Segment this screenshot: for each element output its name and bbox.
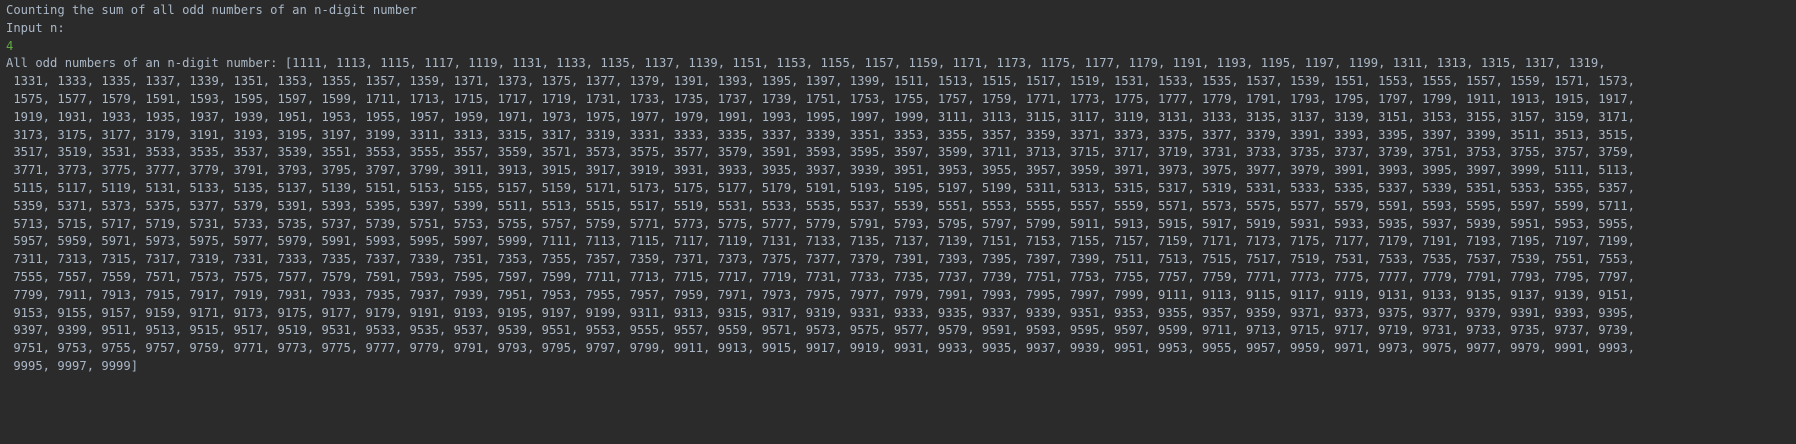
console-output-line: 3771, 3773, 3775, 3777, 3779, 3791, 3793… [6,163,1635,178]
console-title-line: Counting the sum of all odd numbers of a… [6,3,417,17]
console-output-line: 3517, 3519, 3531, 3533, 3535, 3537, 3539… [6,145,1635,160]
console-output-line: 5713, 5715, 5717, 5719, 5731, 5733, 5735… [6,216,1635,231]
console-output-line: 7799, 7911, 7913, 7915, 7917, 7919, 7931… [6,287,1635,302]
console-output-line: 7311, 7313, 7315, 7317, 7319, 7331, 7333… [6,252,1635,267]
console-output-line: 9397, 9399, 9511, 9513, 9515, 9517, 9519… [6,323,1635,338]
console-output-line: 5115, 5117, 5119, 5131, 5133, 5135, 5137… [6,180,1635,195]
console-output-line: 9995, 9997, 9999] [6,358,139,373]
console-prompt-line: Input n: [6,20,65,35]
console-output-line: 7555, 7557, 7559, 7571, 7573, 7575, 7577… [6,269,1635,284]
console-output-line: 1575, 1577, 1579, 1591, 1593, 1595, 1597… [6,91,1635,106]
console-output-line: 3173, 3175, 3177, 3179, 3191, 3193, 3195… [6,127,1635,142]
run-console-output[interactable]: Counting the sum of all odd numbers of a… [0,0,1796,444]
console-output-line: 1331, 1333, 1335, 1337, 1339, 1351, 1353… [6,74,1635,89]
console-output-line: 5957, 5959, 5971, 5973, 5975, 5977, 5979… [6,234,1635,249]
console-output-line: 1919, 1931, 1933, 1935, 1937, 1939, 1951… [6,109,1635,124]
console-output-line: 9751, 9753, 9755, 9757, 9759, 9771, 9773… [6,341,1635,356]
console-output-line: 9153, 9155, 9157, 9159, 9171, 9173, 9175… [6,305,1635,320]
console-user-input: 4 [6,38,14,53]
console-output-line: 5359, 5371, 5373, 5375, 5377, 5379, 5391… [6,198,1635,213]
console-output-line: All odd numbers of an n-digit number: [1… [6,56,1606,71]
